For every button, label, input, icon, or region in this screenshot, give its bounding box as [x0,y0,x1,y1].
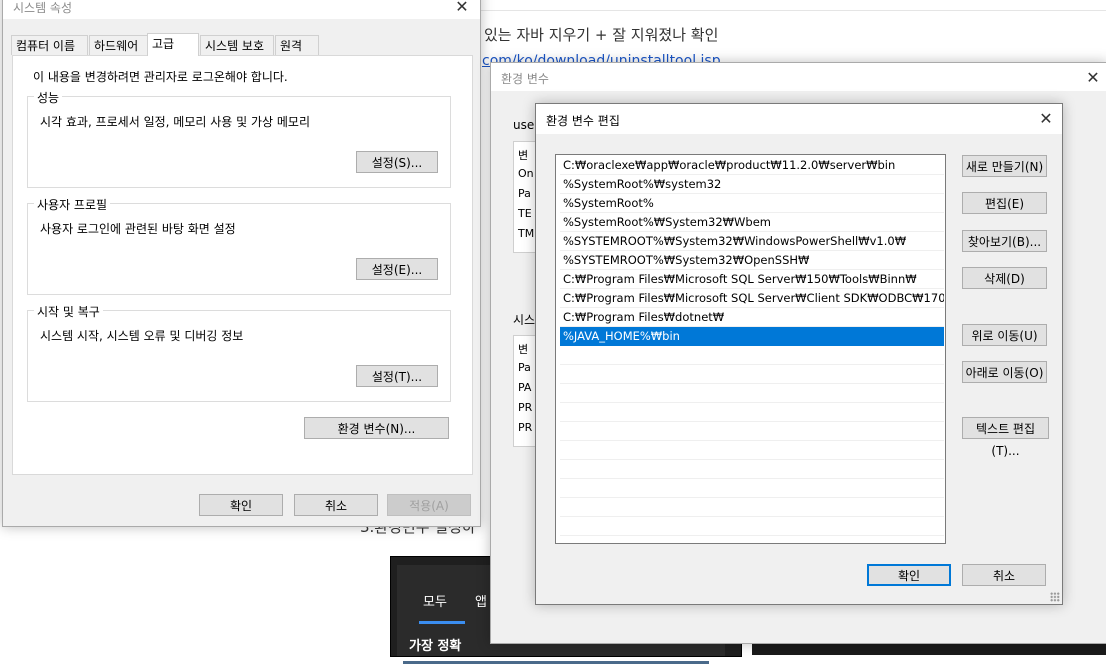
system-variables-label: 시스 [513,313,536,327]
list-item[interactable]: %SystemRoot%₩system32 [560,175,944,194]
apply-button[interactable]: 적용(A) [387,494,471,516]
ok-button[interactable]: 확인 [867,564,951,586]
advanced-tab-panel: 이 내용을 변경하려면 관리자로 로그온해야 합니다. 성능 시각 효과, 프로… [12,55,473,475]
list-item[interactable]: %SYSTEMROOT%₩System32₩WindowsPowerShell₩… [560,232,944,251]
startup-recovery-group: 시작 및 복구 시스템 시작, 시스템 오류 및 디버깅 정보 설정(T)... [27,303,451,402]
performance-settings-button[interactable]: 설정(S)... [356,151,438,173]
list-item: On [518,167,534,180]
resize-grip-icon[interactable] [1050,592,1060,602]
list-item: PR [518,421,533,434]
list-item: 변 [518,149,529,162]
list-item[interactable]: C:₩oraclexe₩app₩oracle₩product₩11.2.0₩se… [560,156,944,175]
delete-button[interactable]: 삭제(D) [962,267,1047,289]
list-item[interactable]: C:₩Program Files₩Microsoft SQL Server₩15… [560,270,944,289]
list-item[interactable]: C:₩Program Files₩Microsoft SQL Server₩Cl… [560,289,944,308]
empty-row[interactable] [560,346,944,365]
tab-apps[interactable]: 앱 [475,591,487,610]
list-item[interactable]: %SystemRoot%₩System32₩Wbem [560,213,944,232]
edit-button[interactable]: 편집(E) [962,192,1047,214]
ok-button[interactable]: 확인 [199,494,283,516]
startup-recovery-description: 시스템 시작, 시스템 오류 및 디버깅 정보 [40,329,244,343]
best-match-header: 가장 정확 [409,639,462,654]
empty-row[interactable] [560,403,944,422]
environment-variables-button[interactable]: 환경 변수(N)... [304,417,449,439]
tab-remote[interactable]: 원격 [275,35,319,55]
window-title: 환경 변수 [501,72,549,86]
empty-row[interactable] [560,479,944,498]
move-down-button[interactable]: 아래로 이동(O) [962,361,1047,383]
empty-row[interactable] [560,517,944,536]
startup-recovery-settings-button[interactable]: 설정(T)... [356,365,438,387]
user-profile-title: 사용자 프로필 [34,196,111,213]
tab-underline [419,621,465,624]
titlebar: 환경 변수 편집 ✕ [536,104,1062,134]
new-button[interactable]: 새로 만들기(N) [962,155,1047,177]
list-item: TM [518,227,535,240]
dialog-title: 환경 변수 편집 [546,114,620,128]
empty-row[interactable] [560,365,944,384]
close-icon[interactable]: ✕ [450,0,474,18]
user-profile-settings-button[interactable]: 설정(E)... [356,258,438,280]
empty-row[interactable] [560,498,944,517]
edit-environment-variable-dialog: 환경 변수 편집 ✕ C:₩oraclexe₩app₩oracle₩produc… [535,103,1063,605]
empty-row[interactable] [560,460,944,479]
list-item: TE [518,207,532,220]
performance-group: 성능 시각 효과, 프로세서 일정, 메모리 사용 및 가상 메모리 설정(S)… [27,89,451,188]
titlebar: 환경 변수 ✕ [491,63,1106,91]
cancel-button[interactable]: 취소 [294,494,378,516]
close-icon[interactable]: ✕ [1081,67,1105,89]
empty-row[interactable] [560,441,944,460]
edit-text-button[interactable]: 텍스트 편집(T)... [962,417,1049,458]
close-icon[interactable]: ✕ [1034,108,1058,130]
list-item[interactable]: C:₩Program Files₩dotnet₩ [560,308,944,327]
empty-row[interactable] [560,384,944,403]
system-properties-window: 시스템 속성 ✕ 컴퓨터 이름 하드웨어 고급 시스템 보호 원격 이 내용을 … [2,0,481,527]
tab-all[interactable]: 모두 [423,591,447,610]
page-heading: 있는 자바 지우기 + 잘 지워졌나 확인 [484,26,719,44]
path-entries-list[interactable]: C:₩oraclexe₩app₩oracle₩product₩11.2.0₩se… [555,154,946,544]
list-item: Pa [518,187,531,200]
startup-recovery-title: 시작 및 복구 [34,303,103,320]
tab-computer-name[interactable]: 컴퓨터 이름 [11,35,88,55]
cancel-button[interactable]: 취소 [962,564,1046,586]
tab-system-protection[interactable]: 시스템 보호 [200,35,274,55]
admin-note: 이 내용을 변경하려면 관리자로 로그온해야 합니다. [33,70,288,84]
user-profile-description: 사용자 로그인에 관련된 바탕 화면 설정 [40,222,236,236]
list-item: PR [518,401,533,414]
empty-row[interactable] [560,422,944,441]
list-item[interactable]: %SYSTEMROOT%₩System32₩OpenSSH₩ [560,251,944,270]
move-up-button[interactable]: 위로 이동(U) [962,324,1047,346]
window-title: 시스템 속성 [13,1,73,15]
performance-title: 성능 [34,89,63,106]
user-profile-group: 사용자 프로필 사용자 로그인에 관련된 바탕 화면 설정 설정(E)... [27,196,451,295]
list-item-selected[interactable]: %JAVA_HOME%₩bin [560,327,944,346]
tab-advanced[interactable]: 고급 [147,33,199,56]
list-item: 변 [518,343,529,356]
tab-hardware[interactable]: 하드웨어 [89,35,148,55]
list-item: PA [518,381,532,394]
performance-description: 시각 효과, 프로세서 일정, 메모리 사용 및 가상 메모리 [40,115,310,129]
browse-button[interactable]: 찾아보기(B)... [962,230,1047,252]
titlebar: 시스템 속성 ✕ [3,0,480,19]
list-item[interactable]: %SystemRoot% [560,194,944,213]
divider [480,10,1106,11]
list-item: Pa [518,361,531,374]
